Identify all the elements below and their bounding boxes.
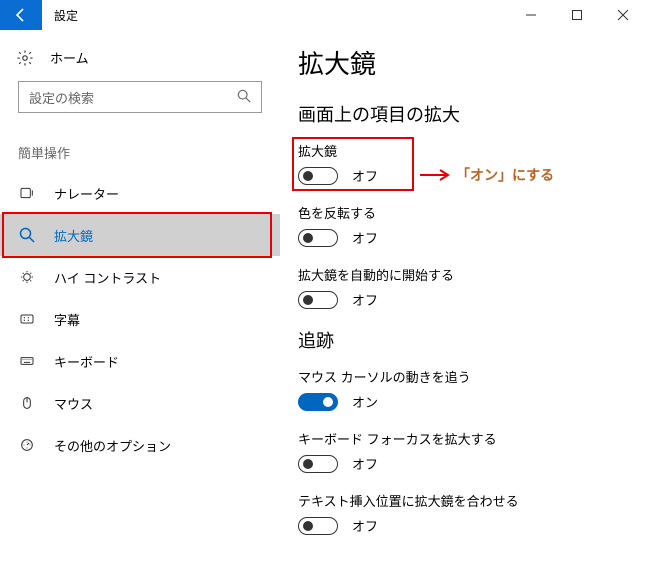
- sidebar-item-magnifier[interactable]: 拡大鏡: [0, 214, 280, 256]
- home-nav[interactable]: ホーム: [0, 40, 280, 75]
- maximize-button[interactable]: [554, 0, 600, 30]
- search-icon: [237, 89, 251, 106]
- search-input[interactable]: 設定の検索: [18, 81, 262, 113]
- sidebar: ホーム 設定の検索 簡単操作 ナレーター: [0, 30, 280, 564]
- titlebar: 設定: [0, 0, 646, 30]
- narrator-icon: [18, 185, 36, 201]
- body: ホーム 設定の検索 簡単操作 ナレーター: [0, 30, 646, 564]
- window-title: 設定: [42, 0, 78, 30]
- magnifier-icon: [18, 227, 36, 243]
- sidebar-item-captions[interactable]: 字幕: [0, 298, 280, 340]
- toggle-state: オフ: [352, 454, 378, 473]
- toggle-state: オフ: [352, 228, 378, 247]
- setting-group-text-cursor: テキスト挿入位置に拡大鏡を合わせる オフ: [298, 491, 628, 535]
- setting-label: 拡大鏡: [298, 141, 628, 160]
- sidebar-item-label: 字幕: [54, 310, 80, 329]
- sidebar-item-label: マウス: [54, 394, 93, 413]
- toggle-magnifier[interactable]: [298, 167, 338, 185]
- sidebar-item-label: 拡大鏡: [54, 226, 93, 245]
- setting-label: テキスト挿入位置に拡大鏡を合わせる: [298, 491, 628, 510]
- sidebar-item-label: ハイ コントラスト: [54, 268, 161, 287]
- setting-label: マウス カーソルの動きを追う: [298, 367, 628, 386]
- settings-window: 設定 ホーム: [0, 0, 646, 564]
- sidebar-section-label: 簡単操作: [0, 129, 280, 172]
- toggle-state: オン: [352, 392, 378, 411]
- setting-label: キーボード フォーカスを拡大する: [298, 429, 628, 448]
- sidebar-item-narrator[interactable]: ナレーター: [0, 172, 280, 214]
- window-controls: [508, 0, 646, 30]
- toggle-follow-mouse[interactable]: [298, 393, 338, 411]
- setting-label: 拡大鏡を自動的に開始する: [298, 265, 628, 284]
- annotation-red-box-sidebar: [2, 212, 272, 258]
- section-heading-tracking: 追跡: [298, 327, 628, 353]
- page-title: 拡大鏡: [298, 44, 628, 81]
- other-options-icon: [18, 437, 36, 453]
- setting-group-keyboard-focus: キーボード フォーカスを拡大する オフ: [298, 429, 628, 473]
- sidebar-item-keyboard[interactable]: キーボード: [0, 340, 280, 382]
- toggle-text-cursor[interactable]: [298, 517, 338, 535]
- section-heading-magnify: 画面上の項目の拡大: [298, 101, 628, 127]
- toggle-state: オフ: [352, 166, 378, 185]
- sidebar-item-label: その他のオプション: [54, 436, 171, 455]
- toggle-auto-start[interactable]: [298, 291, 338, 309]
- home-label: ホーム: [50, 48, 89, 67]
- sidebar-item-mouse[interactable]: マウス: [0, 382, 280, 424]
- high-contrast-icon: [18, 269, 36, 285]
- search-placeholder: 設定の検索: [29, 88, 237, 107]
- toggle-state: オフ: [352, 516, 378, 535]
- search-wrap: 設定の検索: [0, 75, 280, 129]
- annotation-text: 「オン」にする: [456, 165, 554, 185]
- toggle-state: オフ: [352, 290, 378, 309]
- toggle-keyboard-focus[interactable]: [298, 455, 338, 473]
- mouse-icon: [18, 395, 36, 411]
- setting-group-invert-colors: 色を反転する オフ: [298, 203, 628, 247]
- sidebar-item-label: ナレーター: [54, 184, 119, 203]
- setting-label: 色を反転する: [298, 203, 628, 222]
- setting-group-auto-start: 拡大鏡を自動的に開始する オフ: [298, 265, 628, 309]
- main-content: 拡大鏡 画面上の項目の拡大 拡大鏡 オフ 「オン」にする 色を反転する オ: [280, 30, 646, 564]
- minimize-button[interactable]: [508, 0, 554, 30]
- sidebar-item-other-options[interactable]: その他のオプション: [0, 424, 280, 466]
- sidebar-item-label: キーボード: [54, 352, 119, 371]
- gear-icon: [16, 49, 34, 67]
- captions-icon: [18, 311, 36, 327]
- sidebar-item-highcontrast[interactable]: ハイ コントラスト: [0, 256, 280, 298]
- back-button[interactable]: [0, 0, 42, 30]
- toggle-invert-colors[interactable]: [298, 229, 338, 247]
- setting-group-magnifier: 拡大鏡 オフ 「オン」にする: [298, 141, 628, 185]
- close-button[interactable]: [600, 0, 646, 30]
- setting-group-follow-mouse: マウス カーソルの動きを追う オン: [298, 367, 628, 411]
- annotation-arrow: 「オン」にする: [420, 165, 554, 185]
- keyboard-icon: [18, 353, 36, 369]
